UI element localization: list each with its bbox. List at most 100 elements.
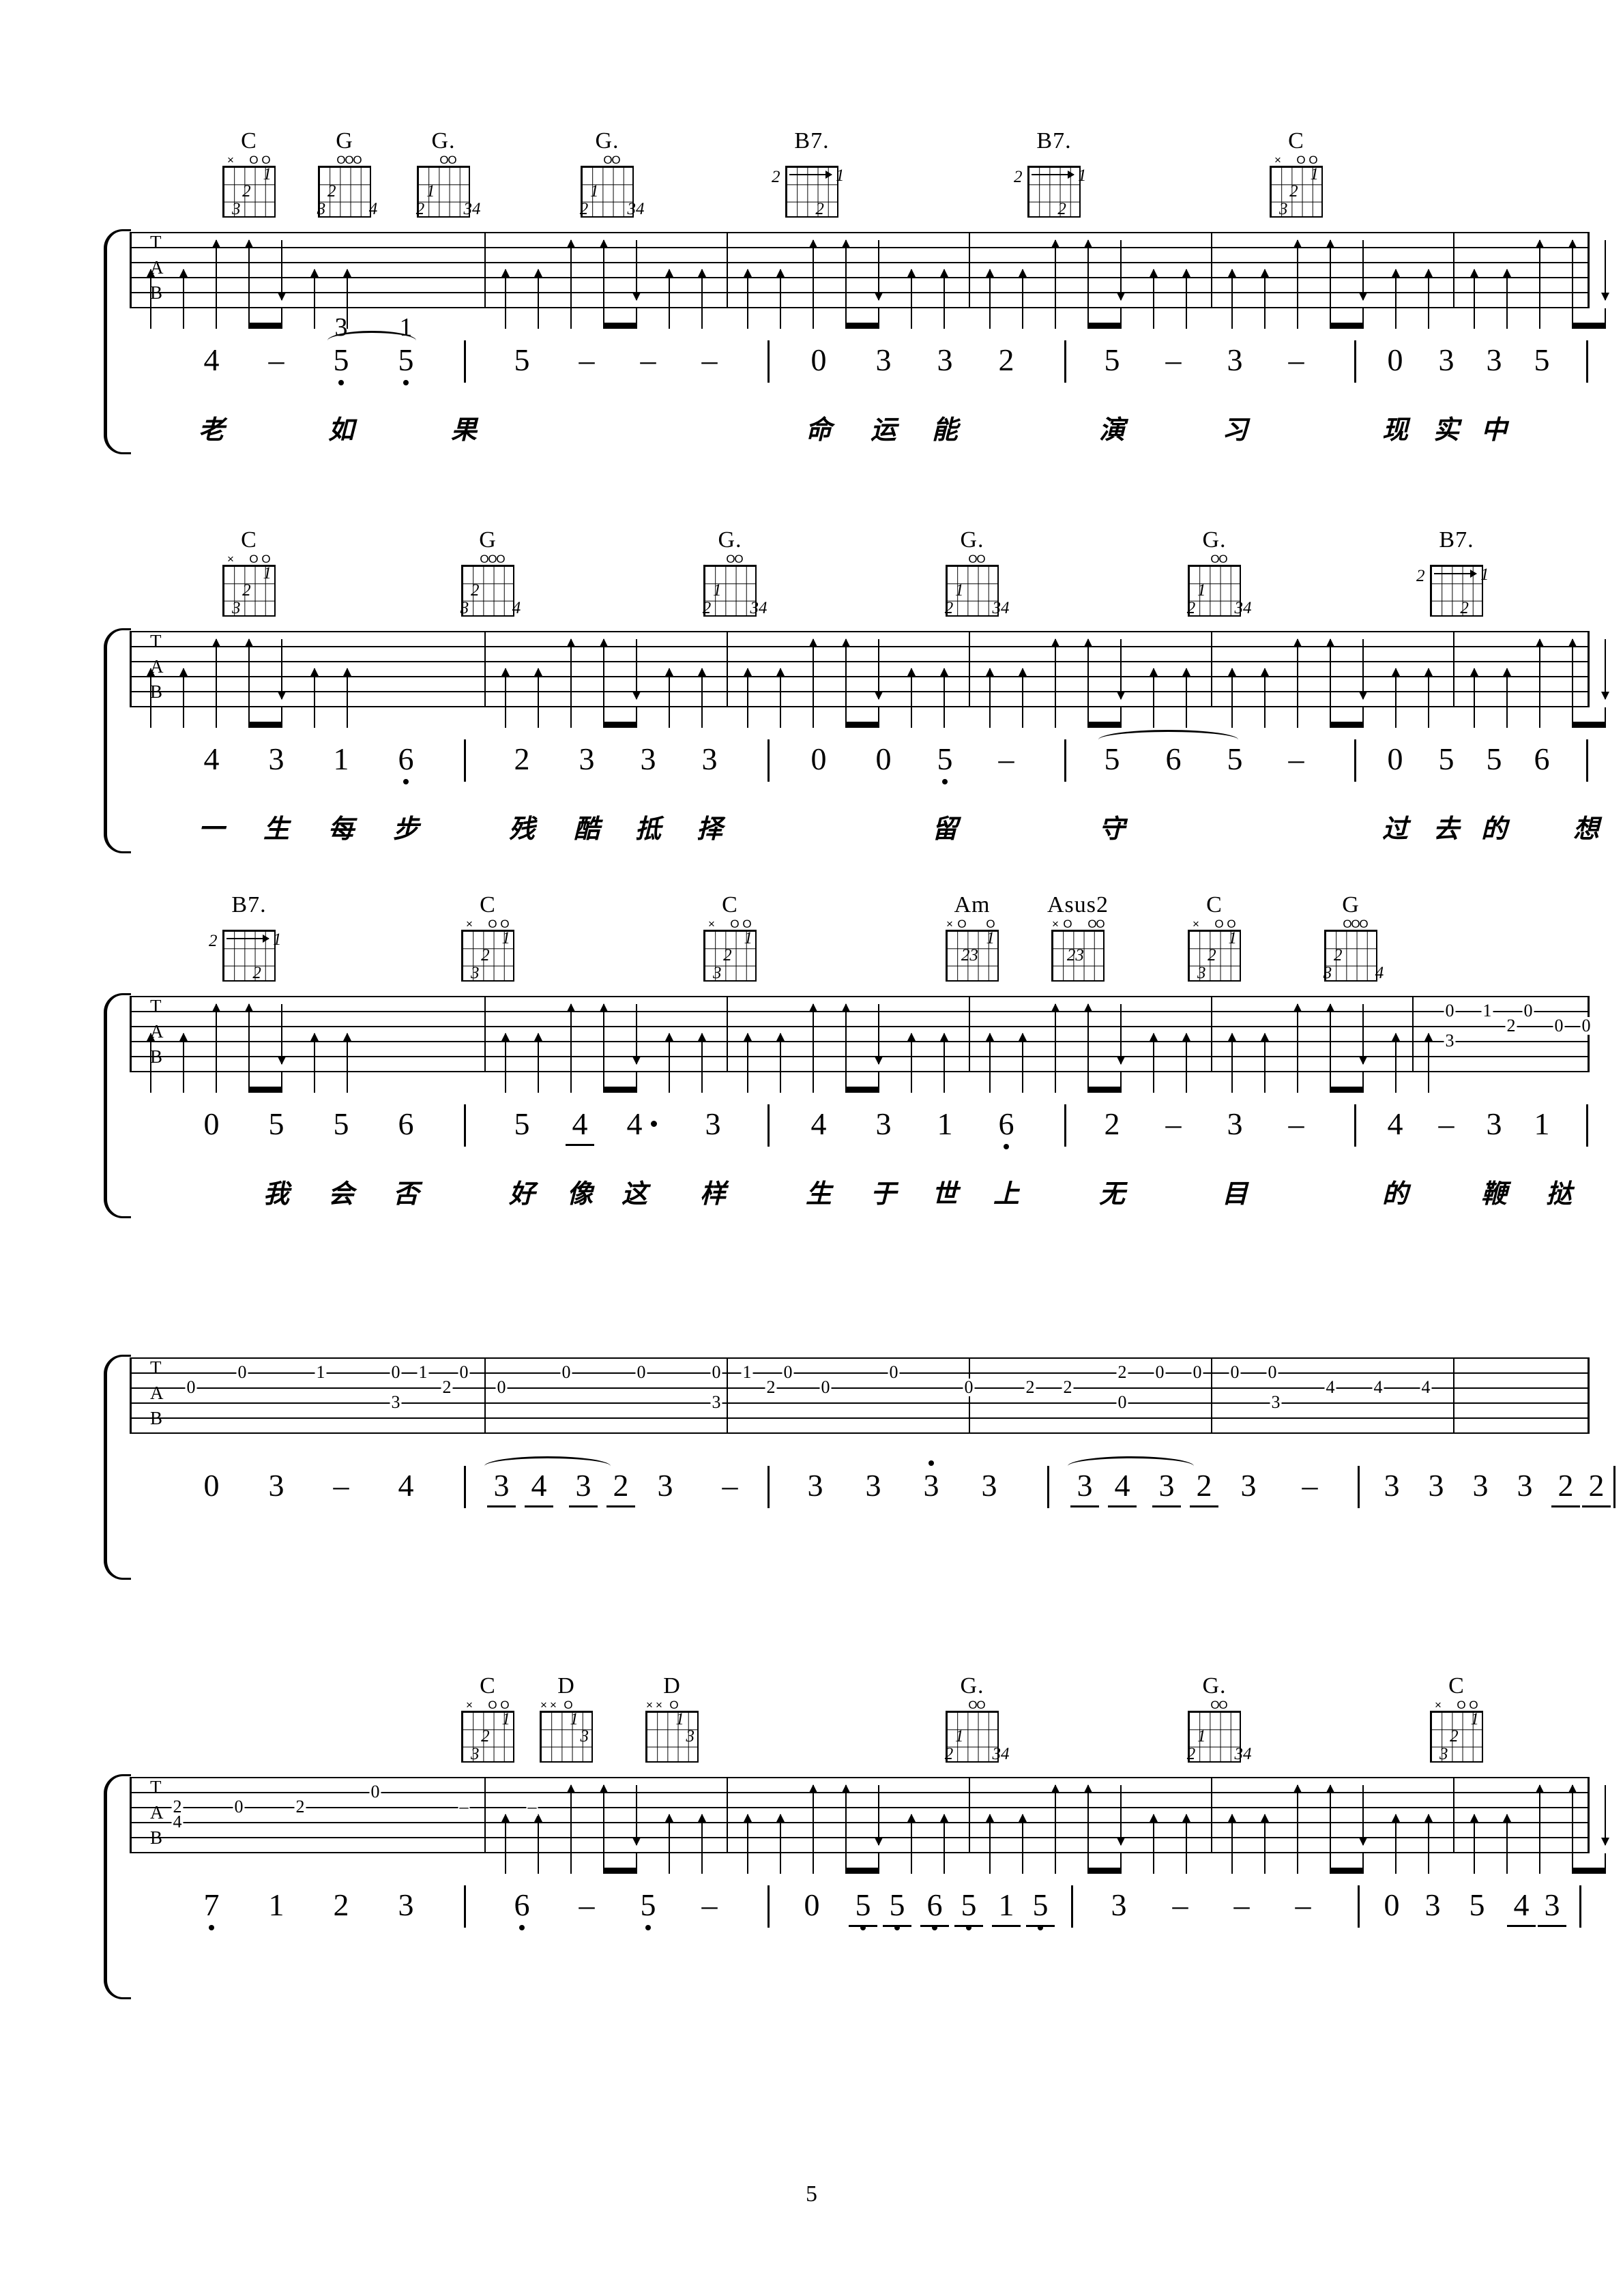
rhythm-stem <box>989 1072 991 1093</box>
lyric-character: 上 <box>993 1179 1020 1209</box>
chord-diagram-G[interactable]: G. O O 1 2 34 <box>689 529 771 617</box>
strum-arrow-up <box>940 668 948 706</box>
strum-arrow-up <box>1392 668 1400 706</box>
lyric-character: 想 <box>1573 814 1600 844</box>
staff-line <box>130 232 1590 233</box>
chord-diagram-C[interactable]: C × O O 1 2 3 <box>447 894 529 982</box>
finger-marker: 1 <box>501 1710 511 1728</box>
chord-diagram-G[interactable]: G. O O 1 2 34 <box>1173 529 1255 617</box>
open-mute-marks: OOO <box>1310 918 1392 930</box>
strum-arrow-up <box>534 1814 542 1852</box>
system-brace <box>104 1774 131 1999</box>
chord-diagram-Asus2[interactable]: Asus2 × O O O 23 <box>1037 894 1119 982</box>
octave-dot-low <box>519 1925 525 1930</box>
tab-fret-number: 0 <box>819 1377 832 1397</box>
measure-barline <box>1453 1357 1454 1434</box>
finger-marker: 2 <box>944 1744 954 1763</box>
chord-diagram-G[interactable]: GOOO 23 4 <box>304 130 385 218</box>
rhythm-stem <box>183 707 184 728</box>
rhythm-stem <box>570 1853 572 1874</box>
open-string-icon: O <box>976 553 986 565</box>
open-mute-marks: × O O <box>208 154 290 166</box>
octave-dot-low <box>209 1925 214 1930</box>
beam-underline <box>1108 1505 1137 1507</box>
rhythm-stem <box>1022 308 1023 329</box>
chord-diagram-G[interactable]: G. O O 1 2 34 <box>931 1675 1013 1763</box>
measure-barline <box>969 232 970 308</box>
chord-name: B7. <box>1439 527 1474 553</box>
chord-diagram-G[interactable]: GOOO 23 4 <box>1310 894 1392 982</box>
open-string-icon: O <box>976 1698 986 1711</box>
system-4: T A B 0 0 1 0 1 0 2 0 3 0 0 0 1 0 2 0 3 0 0 2 2 2 0 0 0 0 0 3 4 4 4 0 3–4 3 4… <box>104 1355 1615 1589</box>
chord-grid: 123 <box>1270 166 1323 218</box>
jianpu-note: 3 <box>705 1106 721 1141</box>
strum-arrow-up <box>940 1814 948 1852</box>
chord-diagram-C[interactable]: C × O O 1 2 3 <box>208 130 290 218</box>
chord-diagram-B7[interactable]: B7. 2 2 1 <box>1416 529 1497 617</box>
rhythm-stem <box>911 1072 912 1093</box>
strum-arrow-up <box>1293 638 1302 706</box>
jianpu-note: 3 <box>1438 342 1454 377</box>
rhythm-stem <box>1428 308 1429 329</box>
strum-arrow-up <box>245 1003 253 1071</box>
strum-arrow-up <box>1392 1814 1400 1852</box>
strum-arrow-up <box>1228 668 1236 706</box>
beam-underline <box>954 1925 983 1927</box>
strum-arrow-up <box>698 668 706 706</box>
chord-diagram-B7[interactable]: B7. 2 2 1 <box>771 130 853 218</box>
rhythm-stem <box>570 308 572 329</box>
start-barline <box>130 232 132 308</box>
mute-x-icon: × <box>646 1698 653 1711</box>
rhythm-stem <box>944 1072 945 1093</box>
jianpu-note: 3 <box>923 1468 939 1503</box>
rhythm-stem <box>747 707 748 728</box>
jianpu-barline <box>1358 1885 1360 1928</box>
chord-diagram-C[interactable]: C × O O 1 2 3 <box>208 529 290 617</box>
open-mute-marks <box>771 155 853 166</box>
chord-diagram-D[interactable]: D × × O 1 3 <box>525 1675 607 1763</box>
tab-letter: T <box>150 1777 162 1797</box>
chord-name: B7. <box>231 892 267 917</box>
jianpu-note: 5 <box>1032 1887 1049 1922</box>
chord-diagram-B7[interactable]: B7. 2 2 1 <box>208 894 290 982</box>
jianpu-note: – <box>268 342 284 377</box>
strum-arrow-down <box>1359 1004 1367 1065</box>
tab-fret-number: 1 <box>741 1362 753 1382</box>
open-mute-marks: × O O <box>447 1699 529 1711</box>
strum-arrow-up <box>809 638 817 706</box>
chord-diagram-Am[interactable]: Am × O O 23 1 <box>931 894 1013 982</box>
jianpu-note: – <box>1288 1106 1304 1141</box>
rhythm-stem <box>911 1853 912 1874</box>
chord-diagram-C[interactable]: C × O O 1 2 3 <box>1173 894 1255 982</box>
chord-diagram-G[interactable]: G. O O 1 2 34 <box>403 130 484 218</box>
measure-barline <box>484 1777 486 1853</box>
chord-diagram-G[interactable]: G. O O 1 2 34 <box>931 529 1013 617</box>
jianpu-note: – <box>1438 1106 1454 1141</box>
finger-marker: 1 <box>1310 165 1319 183</box>
rhythm-beam <box>1330 1868 1364 1874</box>
open-string-icon: O <box>564 1698 573 1711</box>
chord-diagram-C[interactable]: C × O O 1 2 3 <box>689 894 771 982</box>
rhythm-stem <box>701 1072 703 1093</box>
chord-diagram-G[interactable]: G. O O 1 2 34 <box>566 130 648 218</box>
chord-diagram-B7[interactable]: B7. 2 2 1 <box>1013 130 1095 218</box>
open-mute-marks: OO <box>931 1698 1013 1711</box>
jianpu-upper-note: 1 <box>399 313 413 342</box>
rhythm-beam <box>1087 1087 1122 1093</box>
chord-diagram-G[interactable]: GOOO 23 4 <box>447 529 529 617</box>
chord-diagram-G[interactable]: G. O O 1 2 34 <box>1173 1675 1255 1763</box>
strum-arrow-up <box>600 1784 608 1852</box>
finger-marker: 3 <box>470 963 480 982</box>
jianpu-barline <box>464 340 466 383</box>
chord-diagram-D[interactable]: D × × O 1 3 <box>631 1675 713 1763</box>
tab-fret-number: – <box>458 1797 470 1816</box>
rhythm-stem <box>1153 308 1154 329</box>
finger-marker: 2 <box>252 963 261 982</box>
chord-diagram-C[interactable]: C × O O 1 2 3 <box>447 1675 529 1763</box>
tab-staff: TAB <box>104 628 1609 853</box>
chord-diagram-C[interactable]: C × O O 1 2 3 <box>1255 130 1337 218</box>
lyric-character: 命 <box>805 415 832 445</box>
chord-grid: 1 2 34 <box>944 1711 1010 1763</box>
chord-diagram-C[interactable]: C × O O 1 2 3 <box>1416 1675 1497 1763</box>
rhythm-stem <box>1186 707 1187 728</box>
